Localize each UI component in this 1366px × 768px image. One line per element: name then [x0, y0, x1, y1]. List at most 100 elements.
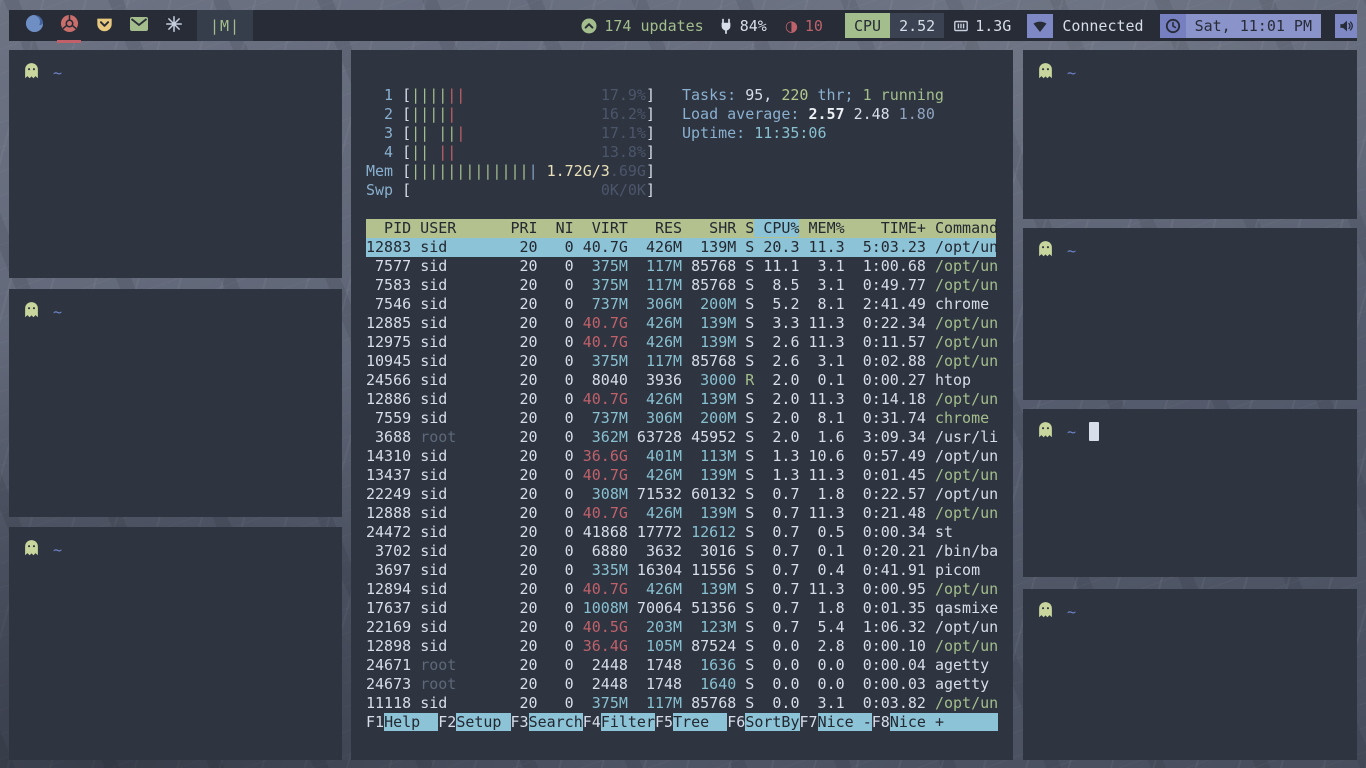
shell-prompt: ~: [1038, 422, 1099, 441]
fkey-label[interactable]: Tree: [673, 713, 727, 731]
process-table-header[interactable]: PID USER PRI NI VIRT RES SHR S CPU% MEM%…: [366, 219, 996, 238]
power-widget: 84%: [718, 17, 767, 35]
prompt-path: ~: [53, 64, 62, 82]
meter-row: Mem [|||||||||||||| 1.72G/3.69G]: [366, 162, 655, 181]
fkey-f8[interactable]: F8: [872, 713, 890, 731]
process-row[interactable]: 24472 sid 20 0 41868 17772 12612 S 0.7 0…: [366, 523, 996, 542]
terminal-window-right-1[interactable]: ~: [1023, 50, 1357, 219]
fkey-label[interactable]: Help: [384, 713, 438, 731]
network-status: Connected: [1062, 17, 1143, 35]
fkey-f5[interactable]: F5: [655, 713, 673, 731]
process-row-selected[interactable]: 12883 sid 20 0 40.7G 426M 139M S 20.3 11…: [366, 238, 996, 257]
process-row[interactable]: 12886 sid 20 0 40.7G 426M 139M S 2.0 11.…: [366, 390, 996, 409]
ghost-prompt-icon: [24, 301, 39, 322]
process-row[interactable]: 22169 sid 20 0 40.5G 203M 123M S 0.7 5.4…: [366, 618, 996, 637]
cpu-value-badge: 2.52: [890, 13, 944, 38]
prompt-path: ~: [53, 541, 62, 559]
ghost-prompt-icon: [1038, 240, 1053, 261]
process-row[interactable]: 22249 sid 20 0 308M 71532 60132 S 0.7 1.…: [366, 485, 996, 504]
terminal-window-htop[interactable]: 1 [|||||| 17.9%] 2 [||||| 16.2%] 3 [|| |…: [351, 50, 1013, 760]
process-row[interactable]: 12898 sid 20 0 36.4G 105M 87524 S 0.0 2.…: [366, 637, 996, 656]
process-row[interactable]: 12888 sid 20 0 40.7G 426M 139M S 0.7 11.…: [366, 504, 996, 523]
chrome-icon: [60, 14, 79, 37]
meter-row: 4 [|| || 13.8%]: [366, 143, 655, 162]
network-widget[interactable]: Connected: [1027, 14, 1143, 38]
fkey-f7[interactable]: F7: [800, 713, 818, 731]
process-row[interactable]: 24673 root 20 0 2448 1748 1640 S 0.0 0.0…: [366, 675, 996, 694]
ghost-prompt-icon: [1038, 62, 1053, 83]
process-row[interactable]: 12975 sid 20 0 40.7G 426M 139M S 2.6 11.…: [366, 333, 996, 352]
fkey-f2[interactable]: F2: [438, 713, 456, 731]
process-row[interactable]: 7559 sid 20 0 737M 306M 200M S 2.0 8.1 0…: [366, 409, 996, 428]
terminal-window-left-1[interactable]: ~: [9, 50, 342, 278]
updates-widget[interactable]: 174 updates: [581, 17, 703, 35]
workspace-snowflake[interactable]: [164, 10, 184, 41]
workspace-mail[interactable]: [129, 10, 149, 41]
fkey-label[interactable]: Search: [529, 713, 583, 731]
updates-count: 174 updates: [604, 17, 703, 35]
process-row[interactable]: 12894 sid 20 0 40.7G 426M 139M S 0.7 11.…: [366, 580, 996, 599]
summary-line: Tasks: 95, 220 thr; 1 running: [682, 86, 944, 105]
ram-chip-icon: [953, 18, 969, 34]
fkey-label[interactable]: SortBy: [745, 713, 799, 731]
terminal-window-right-3-focused[interactable]: ~: [1023, 409, 1357, 577]
terminal-window-right-4[interactable]: ~: [1023, 589, 1357, 760]
alert-widget: ◑ 10: [785, 17, 823, 35]
prompt-path: ~: [1067, 423, 1076, 441]
workspace-pocket[interactable]: [94, 10, 114, 41]
process-row[interactable]: 24671 root 20 0 2448 1748 1636 S 0.0 0.0…: [366, 656, 996, 675]
process-row[interactable]: 13437 sid 20 0 40.7G 426M 139M S 1.3 11.…: [366, 466, 996, 485]
process-row[interactable]: 17637 sid 20 0 1008M 70064 51356 S 0.7 1…: [366, 599, 996, 618]
process-row[interactable]: 14310 sid 20 0 36.6G 401M 113M S 1.3 10.…: [366, 447, 996, 466]
htop-app: 1 [|||||| 17.9%] 2 [||||| 16.2%] 3 [|| |…: [351, 50, 1013, 760]
process-row[interactable]: 7546 sid 20 0 737M 306M 200M S 5.2 8.1 2…: [366, 295, 996, 314]
terminal-cursor: [1089, 422, 1099, 441]
shell-prompt: ~: [1038, 241, 1076, 260]
sort-column-header[interactable]: CPU%: [754, 219, 799, 237]
process-row[interactable]: 24566 sid 20 0 8040 3936 3000 R 2.0 0.1 …: [366, 371, 996, 390]
process-row[interactable]: 7583 sid 20 0 375M 117M 85768 S 8.5 3.1 …: [366, 276, 996, 295]
ghost-prompt-icon: [1038, 421, 1053, 442]
volume-widget[interactable]: [1335, 14, 1357, 38]
process-row[interactable]: 3688 root 20 0 362M 63728 45952 S 2.0 1.…: [366, 428, 996, 447]
meter-row: 3 [|| ||| 17.1%]: [366, 124, 655, 143]
workspace-chrome[interactable]: [59, 10, 79, 41]
prompt-path: ~: [1067, 64, 1076, 82]
terminal-window-left-3[interactable]: ~: [9, 527, 342, 760]
fkey-label[interactable]: Setup: [456, 713, 510, 731]
process-row[interactable]: 3697 sid 20 0 335M 16304 11556 S 0.7 0.4…: [366, 561, 996, 580]
process-row[interactable]: 11118 sid 20 0 375M 117M 85768 S 0.0 3.1…: [366, 694, 996, 713]
fkey-label[interactable]: Nice -: [818, 713, 872, 731]
clock-widget[interactable]: Sat, 11:01 PM: [1160, 14, 1321, 38]
process-row[interactable]: 7577 sid 20 0 375M 117M 85768 S 11.1 3.1…: [366, 257, 996, 276]
process-row[interactable]: 12885 sid 20 0 40.7G 426M 139M S 3.3 11.…: [366, 314, 996, 333]
terminal-window-right-2[interactable]: ~: [1023, 228, 1357, 400]
fkey-label[interactable]: Nice +: [890, 713, 944, 731]
htop-meters: 1 [|||||| 17.9%] 2 [||||| 16.2%] 3 [|| |…: [366, 86, 655, 200]
htop-process-table: PID USER PRI NI VIRT RES SHR S CPU% MEM%…: [366, 219, 996, 732]
fkey-f4[interactable]: F4: [583, 713, 601, 731]
plug-icon: [718, 18, 734, 34]
shell-prompt: ~: [24, 63, 62, 82]
layout-indicator[interactable]: |M|: [197, 10, 253, 41]
alert-count: 10: [805, 17, 823, 35]
workspace-firefox[interactable]: [24, 10, 44, 41]
meter-row: Swp [ 0K/0K]: [366, 181, 655, 200]
updates-arrow-icon: [581, 18, 597, 34]
cpu-label-badge: CPU: [845, 13, 890, 38]
snowflake-icon: [165, 15, 183, 37]
prompt-path: ~: [53, 303, 62, 321]
fkey-f3[interactable]: F3: [511, 713, 529, 731]
process-row[interactable]: 10945 sid 20 0 375M 117M 85768 S 2.6 3.1…: [366, 352, 996, 371]
process-row[interactable]: 3702 sid 20 0 6880 3632 3016 S 0.7 0.1 0…: [366, 542, 996, 561]
ghost-prompt-icon: [1038, 601, 1053, 622]
pocket-icon: [95, 15, 114, 37]
ghost-prompt-icon: [24, 539, 39, 560]
fkey-label[interactable]: Filter: [601, 713, 655, 731]
fkey-f6[interactable]: F6: [727, 713, 745, 731]
fkey-f1[interactable]: F1: [366, 713, 384, 731]
htop-summary: Tasks: 95, 220 thr; 1 runningLoad averag…: [682, 86, 944, 143]
terminal-window-left-2[interactable]: ~: [9, 289, 342, 517]
fkey-bar-filler: [944, 713, 998, 731]
wifi-icon: [1027, 14, 1053, 38]
